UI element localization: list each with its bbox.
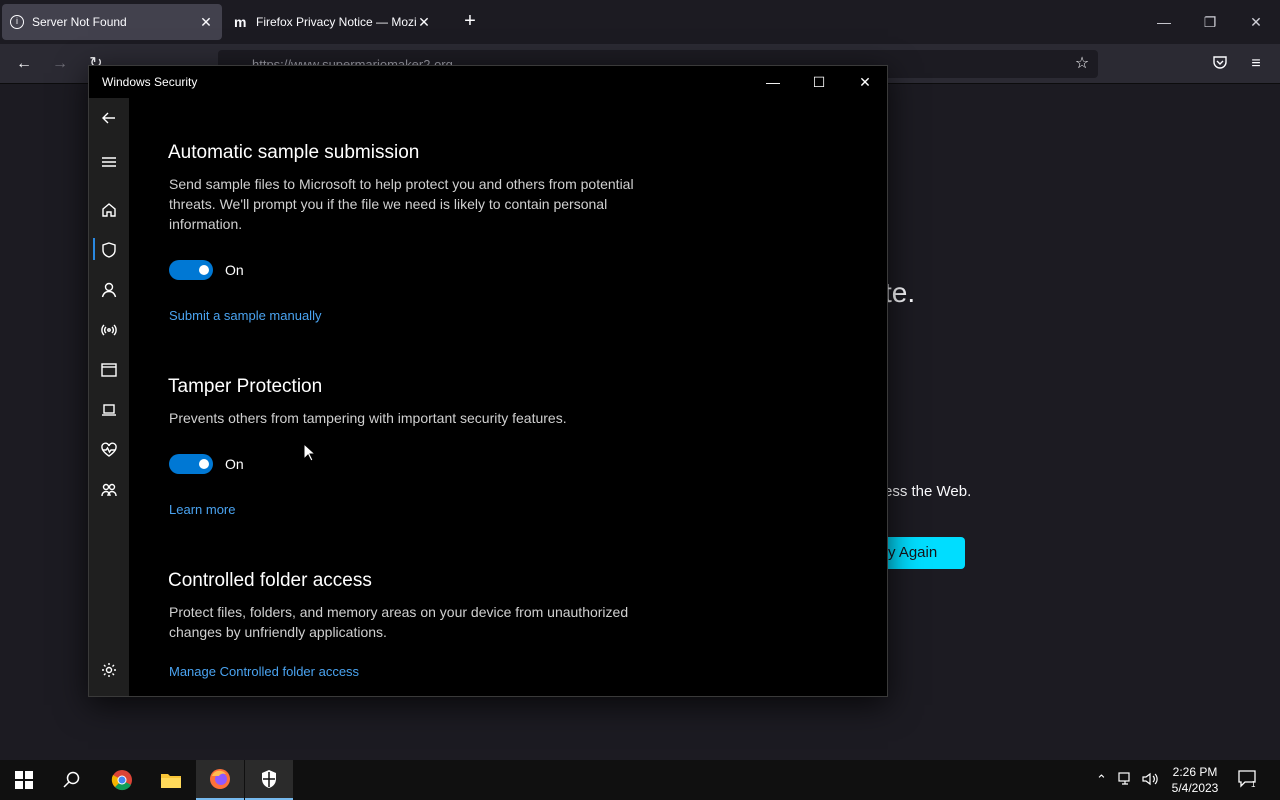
toggle-state-label: On xyxy=(225,456,244,472)
section-description: Send sample files to Microsoft to help p… xyxy=(169,176,634,232)
section-description: Prevents others from tampering with impo… xyxy=(169,410,567,426)
tamper-protection-toggle[interactable] xyxy=(169,454,213,474)
tab-title: Firefox Privacy Notice — Mozill xyxy=(256,15,416,29)
file-explorer-icon[interactable] xyxy=(147,760,195,800)
windows-security-window: Windows Security — ☐ ✕ Automatic sample … xyxy=(88,65,888,697)
menu-icon[interactable] xyxy=(99,152,119,172)
notification-center-icon[interactable]: 1 xyxy=(1238,770,1258,791)
app-browser-icon[interactable] xyxy=(99,360,119,380)
device-icon[interactable] xyxy=(99,400,119,420)
page-text: ess the Web. xyxy=(884,483,972,500)
network-icon[interactable] xyxy=(99,320,119,340)
chrome-icon[interactable] xyxy=(98,760,146,800)
section-description: Protect files, folders, and memory areas… xyxy=(169,604,629,640)
toggle-state-label: On xyxy=(225,262,244,278)
system-clock[interactable]: 2:26 PM 5/4/2023 xyxy=(1162,764,1228,796)
clock-time: 2:26 PM xyxy=(1172,765,1218,779)
learn-more-link[interactable]: Learn more xyxy=(169,502,235,517)
new-tab-button[interactable]: + xyxy=(458,10,482,34)
tab-firefox-privacy-notice[interactable]: m Firefox Privacy Notice — Mozill ✕ xyxy=(226,4,440,40)
show-hidden-icons-icon[interactable]: ⌃ xyxy=(1096,772,1107,788)
volume-icon[interactable] xyxy=(1142,772,1158,789)
tab-close-icon[interactable]: ✕ xyxy=(416,14,432,31)
network-tray-icon[interactable] xyxy=(1118,772,1134,789)
health-icon[interactable] xyxy=(99,440,119,460)
pocket-icon[interactable] xyxy=(1210,54,1230,74)
maximize-icon[interactable]: ☐ xyxy=(809,72,829,92)
section-title-controlled-folder-access: Controlled folder access xyxy=(168,570,372,591)
windows-start-icon[interactable] xyxy=(0,760,48,800)
section-title-tamper-protection: Tamper Protection xyxy=(168,376,323,397)
automatic-sample-submission-toggle[interactable] xyxy=(169,260,213,280)
family-icon[interactable] xyxy=(99,480,119,500)
window-title: Windows Security xyxy=(102,75,198,89)
mouse-cursor-icon xyxy=(303,443,317,462)
tab-close-icon[interactable]: ✕ xyxy=(198,14,214,31)
back-button[interactable]: ← xyxy=(14,54,34,74)
window-titlebar: Windows Security — ☐ ✕ xyxy=(89,66,887,98)
restore-icon[interactable]: ❐ xyxy=(1200,12,1220,32)
mozilla-logo-icon: m xyxy=(234,14,247,30)
security-content: Automatic sample submission Send sample … xyxy=(129,98,887,696)
taskbar: ⌃ 2:26 PM 5/4/2023 1 xyxy=(0,760,1280,800)
minimize-icon[interactable]: — xyxy=(1154,12,1174,32)
security-sidebar xyxy=(89,98,129,696)
notification-count: 1 xyxy=(1251,780,1256,788)
back-icon[interactable] xyxy=(99,108,119,128)
browser-tab-bar: i Server Not Found ✕ m Firefox Privacy N… xyxy=(0,0,1280,44)
windows-security-taskbar-icon[interactable] xyxy=(245,760,293,800)
home-icon[interactable] xyxy=(99,200,119,220)
minimize-icon[interactable]: — xyxy=(763,72,783,92)
clock-date: 5/4/2023 xyxy=(1171,781,1219,795)
toggle-knob xyxy=(199,265,209,275)
account-icon[interactable] xyxy=(99,280,119,300)
settings-icon[interactable] xyxy=(99,660,119,680)
search-icon[interactable] xyxy=(48,760,96,800)
active-indicator xyxy=(93,238,95,260)
close-window-icon[interactable]: ✕ xyxy=(1246,12,1266,32)
section-title-automatic-sample-submission: Automatic sample submission xyxy=(168,142,420,163)
bookmark-star-icon[interactable]: ☆ xyxy=(1072,54,1092,74)
submit-sample-manually-link[interactable]: Submit a sample manually xyxy=(169,308,321,323)
forward-button[interactable]: → xyxy=(50,54,70,74)
toggle-knob xyxy=(199,459,209,469)
page-heading: te. xyxy=(884,277,916,308)
tab-server-not-found[interactable]: i Server Not Found ✕ xyxy=(2,4,222,40)
shield-icon[interactable] xyxy=(99,240,119,260)
tab-title: Server Not Found xyxy=(32,15,127,29)
info-icon: i xyxy=(10,15,24,29)
close-icon[interactable]: ✕ xyxy=(855,72,875,92)
manage-controlled-folder-access-link[interactable]: Manage Controlled folder access xyxy=(169,664,359,679)
hamburger-menu-icon[interactable]: ≡ xyxy=(1246,54,1266,74)
firefox-icon[interactable] xyxy=(196,760,244,800)
